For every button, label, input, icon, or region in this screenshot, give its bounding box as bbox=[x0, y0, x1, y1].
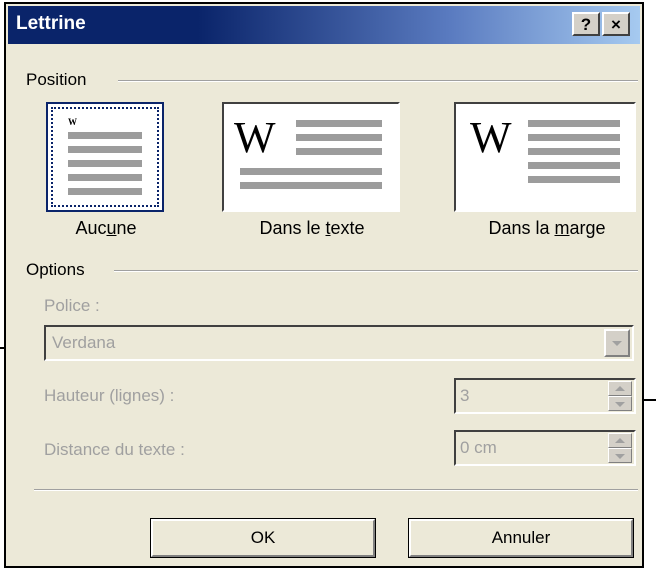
text-line bbox=[528, 176, 620, 183]
position-option-dropped-label[interactable]: Dans le texte bbox=[222, 218, 402, 239]
text-line bbox=[296, 148, 382, 155]
options-group-label: Options bbox=[26, 260, 93, 280]
text-line bbox=[296, 120, 382, 127]
title-bar: Lettrine ? × bbox=[8, 6, 640, 44]
distance-value: 0 cm bbox=[460, 438, 497, 457]
cancel-button[interactable]: Annuler bbox=[408, 518, 634, 558]
font-dropdown-button[interactable] bbox=[604, 329, 630, 357]
text-line bbox=[68, 174, 142, 181]
drop-cap-letter: W bbox=[234, 113, 276, 162]
help-icon: ? bbox=[580, 14, 592, 34]
font-label: Police : bbox=[44, 296, 100, 315]
font-select-value: Verdana bbox=[52, 333, 116, 352]
lettrine-dialog: Lettrine ? × Position W Aucune W Dans le… bbox=[4, 2, 644, 568]
arrow-down-icon bbox=[615, 453, 625, 459]
chevron-down-icon bbox=[612, 341, 622, 346]
arrow-up-icon bbox=[615, 437, 625, 443]
distance-decrease-button[interactable] bbox=[608, 448, 632, 463]
text-line bbox=[240, 182, 382, 189]
height-value: 3 bbox=[460, 386, 470, 405]
text-line bbox=[528, 148, 620, 155]
position-group-line bbox=[118, 80, 638, 82]
text-line bbox=[240, 168, 382, 175]
close-icon: × bbox=[611, 14, 621, 34]
text-line bbox=[528, 162, 620, 169]
position-option-margin-label[interactable]: Dans la marge bbox=[454, 218, 640, 239]
close-button[interactable]: × bbox=[602, 12, 630, 36]
position-option-none[interactable]: W bbox=[46, 102, 164, 212]
distance-spinner[interactable]: 0 cm bbox=[454, 430, 636, 466]
drop-cap-letter: W bbox=[470, 113, 512, 162]
arrow-up-icon bbox=[615, 385, 625, 391]
height-label: Hauteur (lignes) : bbox=[44, 386, 175, 405]
text-line bbox=[68, 188, 142, 195]
window-title: Lettrine bbox=[16, 13, 86, 34]
text-line bbox=[68, 132, 142, 139]
text-line bbox=[296, 134, 382, 141]
position-option-none-label[interactable]: Aucune bbox=[46, 218, 166, 239]
height-spinner[interactable]: 3 bbox=[454, 378, 636, 414]
drop-cap-letter-small: W bbox=[68, 117, 77, 127]
text-line bbox=[528, 134, 620, 141]
position-option-dropped[interactable]: W bbox=[222, 102, 400, 212]
height-decrease-button[interactable] bbox=[608, 396, 632, 411]
arrow-down-icon bbox=[615, 401, 625, 407]
font-select[interactable]: Verdana bbox=[44, 325, 634, 361]
distance-increase-button[interactable] bbox=[608, 433, 632, 448]
text-line bbox=[528, 120, 620, 127]
separator bbox=[34, 489, 638, 491]
options-group-line bbox=[114, 270, 638, 272]
position-option-margin[interactable]: W bbox=[454, 102, 636, 212]
ok-button[interactable]: OK bbox=[150, 518, 376, 558]
text-line bbox=[68, 146, 142, 153]
height-increase-button[interactable] bbox=[608, 381, 632, 396]
distance-label: Distance du texte : bbox=[44, 440, 185, 459]
text-line bbox=[68, 160, 142, 167]
position-group-label: Position bbox=[26, 70, 95, 90]
help-button[interactable]: ? bbox=[572, 12, 600, 36]
